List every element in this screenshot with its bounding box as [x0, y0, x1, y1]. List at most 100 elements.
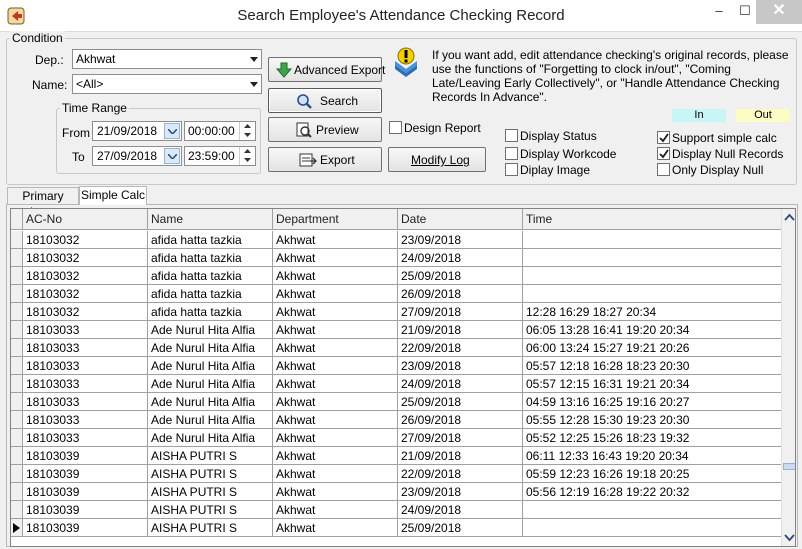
cell-name[interactable]: Ade Nurul Hita Alfia [148, 375, 273, 393]
table-row[interactable]: 18103039 AISHA PUTRI S Akhwat 22/09/2018 05:… [11, 465, 781, 483]
column-header-time[interactable]: Time [523, 209, 781, 230]
column-header-date[interactable]: Date [398, 209, 523, 230]
cell-time[interactable] [523, 267, 781, 285]
cell-time[interactable] [523, 249, 781, 267]
vertical-scrollbar[interactable] [781, 209, 795, 546]
table-row[interactable]: 18103039 AISHA PUTRI S Akhwat 21/09/2018 06:… [11, 447, 781, 465]
name-select[interactable]: <All> [72, 74, 262, 94]
row-indicator[interactable] [11, 501, 23, 519]
row-indicator[interactable] [11, 393, 23, 411]
cell-date[interactable]: 27/09/2018 [398, 303, 523, 321]
table-row[interactable]: 18103032 afida hatta tazkia Akhwat 26/09/20… [11, 285, 781, 303]
cell-date[interactable]: 24/09/2018 [398, 501, 523, 519]
cell-name[interactable]: Ade Nurul Hita Alfia [148, 321, 273, 339]
cell-department[interactable]: Akhwat [273, 285, 398, 303]
row-indicator[interactable] [11, 285, 23, 303]
spin-down-icon[interactable] [240, 131, 255, 140]
cell-department[interactable]: Akhwat [273, 249, 398, 267]
display-null-records-checkbox[interactable] [657, 147, 670, 160]
row-indicator[interactable] [11, 249, 23, 267]
cell-name[interactable]: Ade Nurul Hita Alfia [148, 393, 273, 411]
cell-time[interactable]: 05:57 12:15 16:31 19:21 20:34 [523, 375, 781, 393]
cell-name[interactable]: AISHA PUTRI S [148, 465, 273, 483]
table-row[interactable]: 18103033 Ade Nurul Hita Alfia Akhwat 27/09/… [11, 429, 781, 447]
cell-date[interactable]: 27/09/2018 [398, 429, 523, 447]
cell-department[interactable]: Akhwat [273, 303, 398, 321]
cell-ac-no[interactable]: 18103039 [23, 501, 148, 519]
cell-ac-no[interactable]: 18103039 [23, 483, 148, 501]
cell-time[interactable]: 05:55 12:28 15:30 19:23 20:30 [523, 411, 781, 429]
cell-time[interactable]: 05:59 12:23 16:26 19:18 20:25 [523, 465, 781, 483]
cell-name[interactable]: AISHA PUTRI S [148, 519, 273, 537]
cell-name[interactable]: afida hatta tazkia [148, 249, 273, 267]
cell-date[interactable]: 23/09/2018 [398, 357, 523, 375]
row-indicator[interactable] [11, 267, 23, 285]
column-header-ac-no[interactable]: AC-No [23, 209, 148, 230]
cell-name[interactable]: Ade Nurul Hita Alfia [148, 339, 273, 357]
cell-time[interactable]: 05:52 12:25 15:26 18:23 19:32 [523, 429, 781, 447]
table-row[interactable]: 18103033 Ade Nurul Hita Alfia Akhwat 23/09/… [11, 357, 781, 375]
cell-department[interactable]: Akhwat [273, 483, 398, 501]
cell-time[interactable] [523, 231, 781, 249]
row-indicator[interactable] [11, 231, 23, 249]
export-button[interactable]: Export [268, 147, 382, 172]
cell-time[interactable]: 05:56 12:19 16:28 19:22 20:32 [523, 483, 781, 501]
cell-ac-no[interactable]: 18103033 [23, 357, 148, 375]
spin-up-icon[interactable] [240, 122, 255, 131]
row-indicator[interactable] [11, 321, 23, 339]
cell-time[interactable]: 06:11 12:33 16:43 19:20 20:34 [523, 447, 781, 465]
row-indicator[interactable] [11, 429, 23, 447]
table-row[interactable]: 18103033 Ade Nurul Hita Alfia Akhwat 21/09/… [11, 321, 781, 339]
display-image-checkbox[interactable] [505, 163, 518, 176]
to-time-spinner[interactable] [239, 147, 255, 165]
cell-name[interactable]: AISHA PUTRI S [148, 483, 273, 501]
table-row[interactable]: 18103033 Ade Nurul Hita Alfia Akhwat 25/09/… [11, 393, 781, 411]
cell-department[interactable]: Akhwat [273, 447, 398, 465]
cell-department[interactable]: Akhwat [273, 429, 398, 447]
column-header-department[interactable]: Department [273, 209, 398, 230]
tab-simple-calc[interactable]: Simple Calc [79, 186, 147, 205]
cell-date[interactable]: 25/09/2018 [398, 393, 523, 411]
cell-time[interactable] [523, 519, 781, 537]
close-button[interactable]: ✕ [756, 0, 802, 24]
cell-department[interactable]: Akhwat [273, 465, 398, 483]
cell-ac-no[interactable]: 18103032 [23, 303, 148, 321]
cell-date[interactable]: 26/09/2018 [398, 285, 523, 303]
cell-time[interactable]: 12:28 16:29 18:27 20:34 [523, 303, 781, 321]
cell-date[interactable]: 25/09/2018 [398, 519, 523, 537]
row-indicator[interactable] [11, 303, 23, 321]
cell-department[interactable]: Akhwat [273, 231, 398, 249]
from-time-input[interactable]: 00:00:00 [184, 121, 256, 141]
cell-date[interactable]: 21/09/2018 [398, 321, 523, 339]
display-status-checkbox[interactable] [505, 129, 518, 142]
cell-date[interactable]: 21/09/2018 [398, 447, 523, 465]
support-simple-calc-checkbox[interactable] [657, 131, 670, 144]
table-row[interactable]: 18103039 AISHA PUTRI S Akhwat 24/09/2018 [11, 501, 781, 519]
cell-name[interactable]: AISHA PUTRI S [148, 501, 273, 519]
cell-name[interactable]: Ade Nurul Hita Alfia [148, 411, 273, 429]
table-row[interactable]: 18103039 AISHA PUTRI S Akhwat 23/09/2018 05:… [11, 483, 781, 501]
from-date-picker[interactable]: 21/09/2018 [92, 121, 182, 141]
scrollbar-thumb[interactable] [783, 463, 795, 470]
column-header-name[interactable]: Name [148, 209, 273, 230]
cell-name[interactable]: afida hatta tazkia [148, 285, 273, 303]
row-indicator[interactable] [11, 375, 23, 393]
modify-log-button[interactable]: Modify Log [388, 147, 486, 172]
chevron-down-icon[interactable] [245, 50, 261, 68]
cell-name[interactable]: Ade Nurul Hita Alfia [148, 429, 273, 447]
cell-name[interactable]: afida hatta tazkia [148, 267, 273, 285]
cell-time[interactable]: 05:57 12:18 16:28 18:23 20:30 [523, 357, 781, 375]
display-workcode-checkbox[interactable] [505, 147, 518, 160]
cell-ac-no[interactable]: 18103033 [23, 339, 148, 357]
minimize-button[interactable]: – [705, 0, 733, 24]
spin-up-icon[interactable] [240, 147, 255, 156]
to-date-picker[interactable]: 27/09/2018 [92, 146, 182, 166]
cell-department[interactable]: Akhwat [273, 519, 398, 537]
cell-department[interactable]: Akhwat [273, 357, 398, 375]
table-row[interactable]: 18103032 afida hatta tazkia Akhwat 23/09/20… [11, 231, 781, 249]
design-report-checkbox[interactable] [389, 121, 402, 134]
row-indicator[interactable] [11, 411, 23, 429]
cell-date[interactable]: 22/09/2018 [398, 465, 523, 483]
row-indicator[interactable] [11, 339, 23, 357]
cell-ac-no[interactable]: 18103033 [23, 411, 148, 429]
